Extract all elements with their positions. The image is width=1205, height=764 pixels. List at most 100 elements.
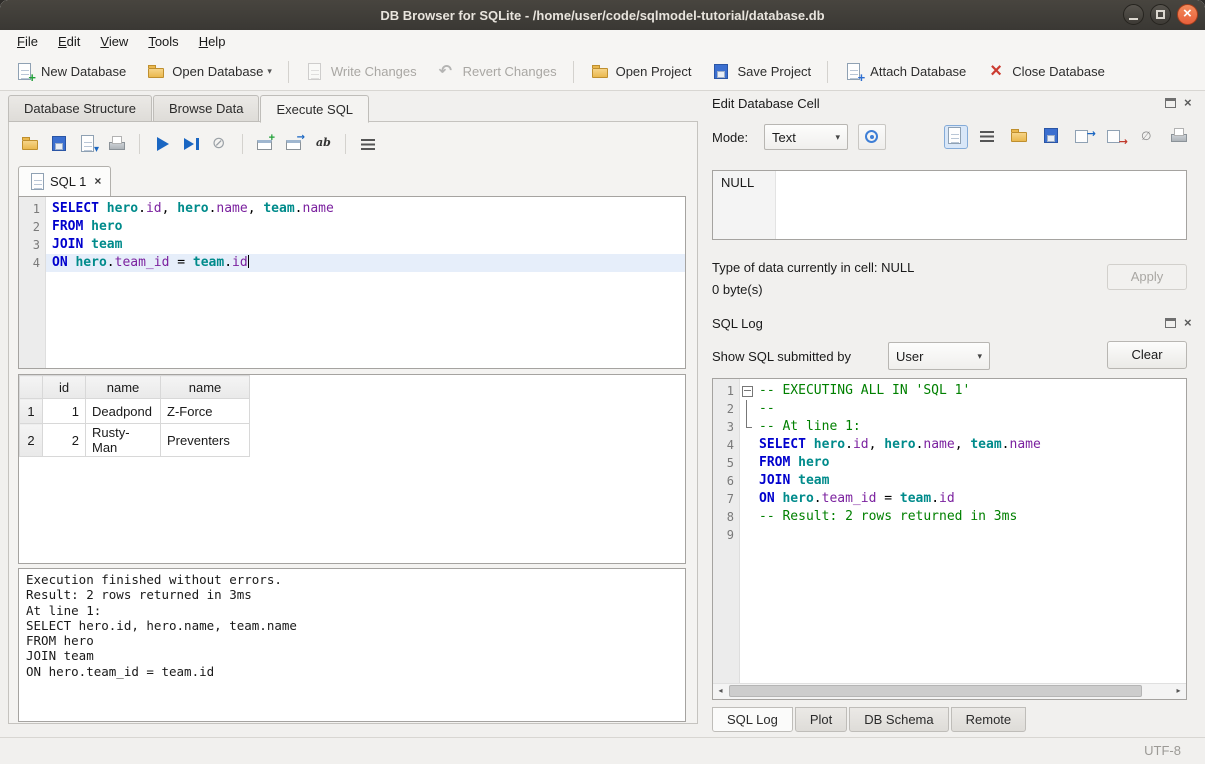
clear-button[interactable]: Clear xyxy=(1107,341,1187,369)
column-header-id[interactable]: id xyxy=(43,376,86,399)
dock-tab-plot[interactable]: Plot xyxy=(795,707,847,732)
sql-token: team xyxy=(263,201,294,216)
cell-content-editor[interactable]: NULL xyxy=(712,170,1187,240)
import-icon[interactable] xyxy=(1073,126,1095,148)
maximize-icon[interactable] xyxy=(1150,4,1171,25)
tab-database-structure[interactable]: Database Structure xyxy=(8,95,152,122)
corner-header[interactable] xyxy=(20,376,43,399)
sql-token: . xyxy=(224,255,232,270)
results-header-row: idnamename xyxy=(20,376,250,399)
sql-token: ON xyxy=(52,255,68,270)
scroll-left-icon[interactable]: ◂ xyxy=(713,684,728,698)
tab-browse-data[interactable]: Browse Data xyxy=(153,95,259,122)
editor-text-area[interactable]: SELECT hero.id, hero.name, team.nameFROM… xyxy=(46,197,685,368)
filter-label: Show SQL submitted by xyxy=(712,349,851,364)
open-database-icon xyxy=(146,62,166,82)
open-project-button[interactable]: Open Project xyxy=(581,58,701,86)
execute-current-line-icon[interactable] xyxy=(181,134,201,154)
line-number: 8 xyxy=(713,508,739,526)
save-project-button[interactable]: Save Project xyxy=(702,58,820,86)
sql-token xyxy=(83,237,91,252)
menu-item-file[interactable]: File xyxy=(8,32,47,51)
cell-size-label: 0 byte(s) xyxy=(712,282,763,297)
close-database-button[interactable]: Close Database xyxy=(977,58,1114,86)
sql-token: name xyxy=(923,437,954,452)
dock-tab-remote[interactable]: Remote xyxy=(951,707,1027,732)
mode-select[interactable]: Text ▾ xyxy=(764,124,848,150)
dock-tab-sql-log[interactable]: SQL Log xyxy=(712,707,793,732)
minimize-icon[interactable] xyxy=(1123,4,1144,25)
save-sql-file-icon[interactable] xyxy=(49,134,69,154)
auto-mode-button[interactable] xyxy=(858,124,886,150)
sql-log-view[interactable]: 123456789 -- EXECUTING ALL IN 'SQL 1'---… xyxy=(712,378,1187,700)
cell[interactable]: Preventers xyxy=(161,424,250,457)
sql-tab-bar: SQL 1 × xyxy=(18,168,111,196)
export-results-icon[interactable] xyxy=(78,134,98,154)
column-header-name[interactable]: name xyxy=(86,376,161,399)
undock-icon[interactable] xyxy=(1165,318,1176,328)
scrollbar-thumb[interactable] xyxy=(729,685,1142,697)
word-wrap-icon[interactable] xyxy=(977,126,999,148)
cell[interactable]: 2 xyxy=(43,424,86,457)
cell[interactable]: 1 xyxy=(43,399,86,424)
tab-execute-sql[interactable]: Execute SQL xyxy=(260,95,369,123)
open-in-new-tab-icon[interactable] xyxy=(284,134,304,154)
print-icon[interactable] xyxy=(1169,126,1191,148)
close-panel-icon[interactable] xyxy=(1184,318,1195,328)
new-database-button[interactable]: New Database xyxy=(6,58,135,86)
stop-icon[interactable] xyxy=(210,134,230,154)
code-line: FROM hero xyxy=(46,218,685,236)
fold-guide-line xyxy=(746,400,747,418)
cell-value: NULL xyxy=(721,175,754,190)
open-file-icon[interactable] xyxy=(1009,126,1031,148)
row-number[interactable]: 2 xyxy=(20,424,43,457)
sql-token: id xyxy=(146,201,162,216)
menu-item-view[interactable]: View xyxy=(91,32,137,51)
dock-tab-db-schema[interactable]: DB Schema xyxy=(849,707,948,732)
apply-button[interactable]: Apply xyxy=(1107,264,1187,290)
save-file-icon[interactable] xyxy=(1041,126,1063,148)
execute-all-icon[interactable] xyxy=(152,134,172,154)
encoding-label: UTF-8 xyxy=(1144,743,1181,758)
cell[interactable]: Deadpond xyxy=(86,399,161,424)
editor-line-numbers: 1234 xyxy=(19,197,46,368)
row-number[interactable]: 1 xyxy=(20,399,43,424)
log-line-numbers: 123456789 xyxy=(713,379,740,684)
sql-editor[interactable]: 1234 SELECT hero.id, hero.name, team.nam… xyxy=(18,196,686,369)
undock-icon[interactable] xyxy=(1165,98,1176,108)
toolbar-separator xyxy=(827,61,828,83)
sql-token: hero xyxy=(782,491,813,506)
open-database-button[interactable]: Open Database▾ xyxy=(137,58,281,86)
horizontal-scrollbar[interactable]: ◂ ▸ xyxy=(713,683,1186,699)
close-database-label: Close Database xyxy=(1012,64,1105,79)
set-null-icon[interactable] xyxy=(1137,126,1159,148)
titlebar[interactable]: DB Browser for SQLite - /home/user/code/… xyxy=(0,0,1205,31)
column-header-name[interactable]: name xyxy=(161,376,250,399)
find-replace-icon[interactable] xyxy=(313,134,333,154)
close-icon[interactable] xyxy=(1177,4,1198,25)
cell[interactable]: Rusty-Man xyxy=(86,424,161,457)
submitter-select[interactable]: User ▾ xyxy=(888,342,990,370)
sql-token: team xyxy=(798,473,829,488)
word-wrap-icon[interactable] xyxy=(358,134,378,154)
menu-item-tools[interactable]: Tools xyxy=(139,32,187,51)
text-mode-icon[interactable] xyxy=(945,126,967,148)
sql-tab[interactable]: SQL 1 × xyxy=(18,166,111,196)
revert-changes-label: Revert Changes xyxy=(463,64,557,79)
close-tab-icon[interactable]: × xyxy=(94,174,101,188)
new-tab-icon[interactable] xyxy=(255,134,275,154)
execution-log[interactable]: Execution finished without errors. Resul… xyxy=(18,568,686,722)
scroll-right-icon[interactable]: ▸ xyxy=(1171,684,1186,698)
sql-token: name xyxy=(1010,437,1041,452)
open-sql-file-icon[interactable] xyxy=(20,134,40,154)
close-panel-icon[interactable] xyxy=(1184,98,1195,108)
attach-database-button[interactable]: Attach Database xyxy=(835,58,975,86)
export-icon[interactable] xyxy=(1105,126,1127,148)
cell[interactable]: Z-Force xyxy=(161,399,250,424)
fold-collapse-icon[interactable] xyxy=(742,386,753,397)
sql-token: . xyxy=(845,437,853,452)
menu-item-help[interactable]: Help xyxy=(190,32,235,51)
print-icon[interactable] xyxy=(107,134,127,154)
menu-item-edit[interactable]: Edit xyxy=(49,32,89,51)
fold-cell xyxy=(740,526,753,544)
